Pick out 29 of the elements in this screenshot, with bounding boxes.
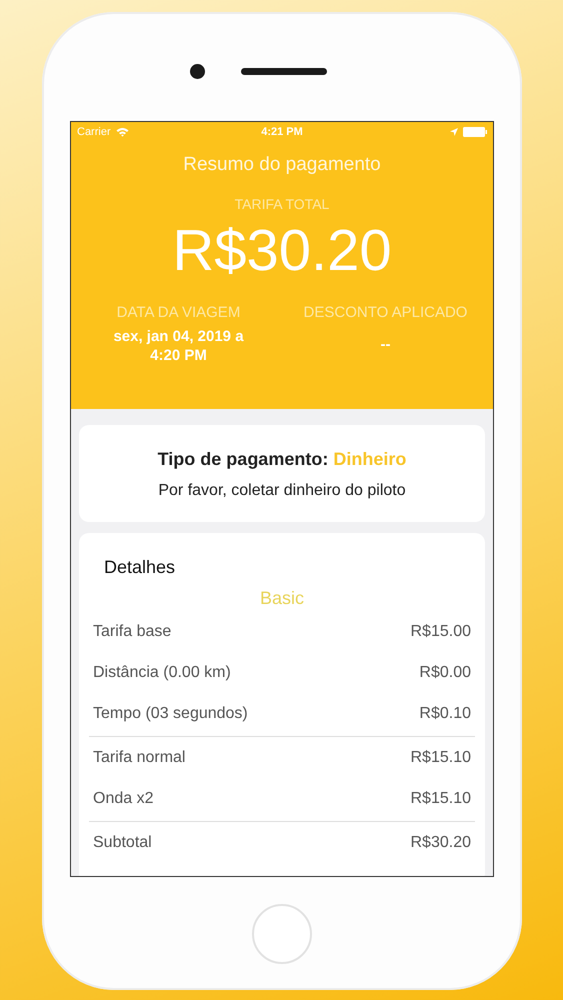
location-arrow-icon [450, 128, 458, 136]
carrier-label: Carrier [77, 126, 111, 138]
vehicle-category: Basic [258, 588, 305, 609]
fare-item-value: R$15.10 [410, 748, 471, 766]
total-fare-amount: R$30.20 [171, 218, 393, 284]
fare-item-label: Subtotal [93, 834, 152, 852]
fare-item-value: R$0.10 [419, 704, 471, 722]
fare-item-label: Tarifa normal [93, 748, 186, 766]
payment-note: Por favor, coletar dinheiro do piloto [157, 482, 407, 500]
fare-item-value: R$30.20 [410, 834, 471, 852]
battery-icon [462, 127, 487, 137]
trip-date-label: DATA DA VIAGEM [116, 304, 240, 321]
fare-item-label: Distância (0.00 km) [93, 664, 231, 682]
status-time: 4:21 PM [261, 126, 303, 138]
fare-item-value: R$15.10 [410, 790, 471, 808]
camera-dot [190, 64, 205, 79]
details-title: Detalhes [103, 557, 176, 578]
payment-type-text: Tipo de pagamento: Dinheiro [156, 449, 408, 470]
discount-label: DESCONTO APLICADO [304, 304, 468, 321]
fare-item-value: R$0.00 [419, 664, 471, 682]
fare-item-label: Tempo (03 segundos) [93, 704, 248, 722]
fare-item-label: Onda x2 [93, 790, 154, 808]
fare-item-value: R$15.00 [410, 622, 471, 640]
wifi-icon [116, 127, 129, 137]
total-fare-label: TARIFA TOTAL [234, 196, 330, 212]
fare-item-label: Tarifa base [93, 622, 172, 640]
screen-title: Resumo do pagamento [182, 154, 382, 176]
discount-value: -- [380, 335, 392, 354]
trip-date: sex, jan 04, 2019 a 4:20 PM [112, 327, 245, 365]
